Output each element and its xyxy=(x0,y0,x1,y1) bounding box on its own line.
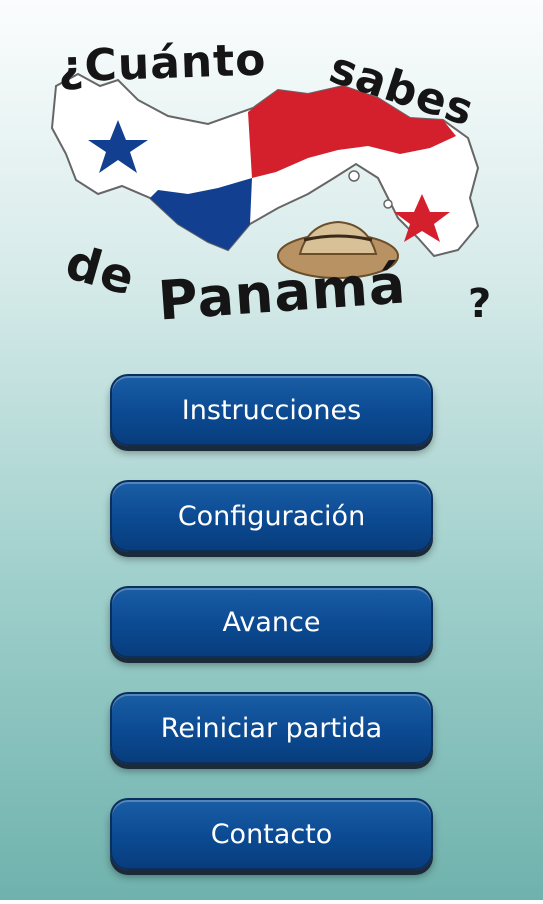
title-cuanto: ¿Cuánto xyxy=(57,34,268,93)
avance-button[interactable]: Avance xyxy=(110,586,433,658)
reiniciar-partida-button[interactable]: Reiniciar partida xyxy=(110,692,433,764)
configuracion-button[interactable]: Configuración xyxy=(110,480,433,552)
panama-map-logo: ¿Cuánto sabes de Panamá ? xyxy=(38,28,508,333)
title-question-mark: ? xyxy=(468,281,493,327)
title-panama: Panamá xyxy=(156,252,409,333)
main-menu: Instrucciones Configuración Avance Reini… xyxy=(110,374,433,904)
instrucciones-button[interactable]: Instrucciones xyxy=(110,374,433,446)
contacto-button[interactable]: Contacto xyxy=(110,798,433,870)
